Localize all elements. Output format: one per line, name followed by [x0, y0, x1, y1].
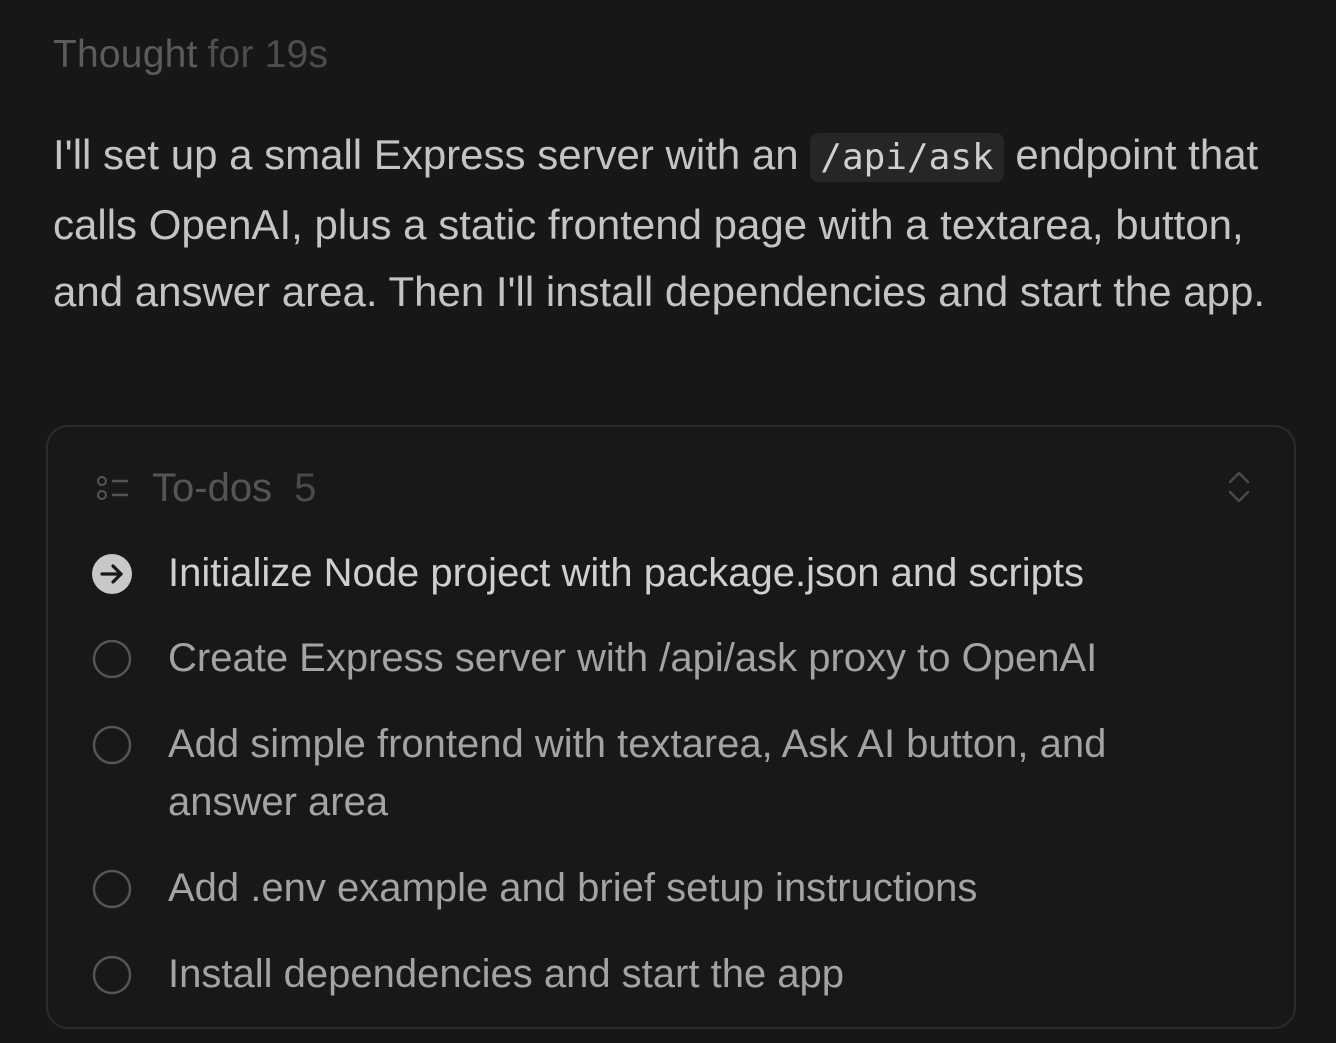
- todo-item-5[interactable]: Install dependencies and start the app: [92, 945, 1242, 1003]
- assistant-message: I'll set up a small Express server with …: [53, 121, 1313, 325]
- todo-item-3[interactable]: Add simple frontend with textarea, Ask A…: [92, 715, 1242, 831]
- thought-label: Thought: [53, 33, 198, 76]
- empty-circle-icon[interactable]: [92, 639, 132, 679]
- inline-code: /api/ask: [810, 133, 1004, 182]
- todos-panel: To-dos 5 Initialize Node project with pa…: [46, 425, 1296, 1029]
- todo-text: Add simple frontend with textarea, Ask A…: [168, 722, 1107, 824]
- arrow-right-circle-icon[interactable]: [92, 554, 132, 594]
- todo-item-4[interactable]: Add .env example and brief setup instruc…: [92, 859, 1242, 917]
- todo-text: Create Express server with /api/ask prox…: [168, 636, 1098, 680]
- todo-item-1[interactable]: Initialize Node project with package.jso…: [92, 544, 1242, 602]
- chevron-up-down-icon[interactable]: [1224, 467, 1254, 507]
- message-text-1: I'll set up a small Express server with …: [53, 131, 811, 178]
- todos-count: 5: [294, 465, 317, 510]
- todos-header[interactable]: To-dos 5: [96, 463, 316, 513]
- todos-title: To-dos: [152, 465, 273, 510]
- thought-indicator[interactable]: Thought for 19s: [53, 30, 328, 80]
- empty-circle-icon[interactable]: [92, 725, 132, 765]
- todo-text: Initialize Node project with package.jso…: [168, 551, 1085, 595]
- thought-duration: for 19s: [207, 33, 329, 76]
- todo-text: Install dependencies and start the app: [168, 952, 845, 996]
- todo-item-2[interactable]: Create Express server with /api/ask prox…: [92, 629, 1242, 687]
- list-icon: [97, 476, 128, 500]
- empty-circle-icon[interactable]: [92, 955, 132, 995]
- todo-text: Add .env example and brief setup instruc…: [168, 866, 978, 910]
- empty-circle-icon[interactable]: [92, 869, 132, 909]
